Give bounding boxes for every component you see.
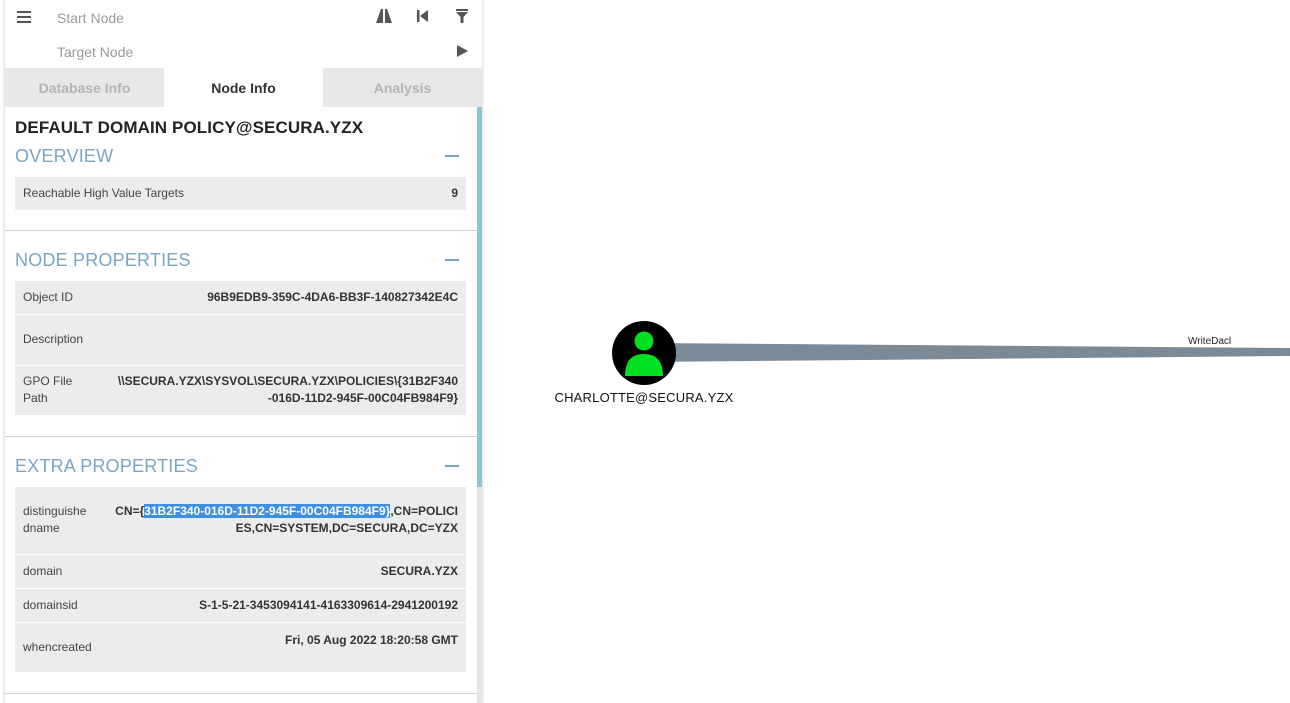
property-key: Reachable High Value Targets	[15, 177, 415, 211]
table-row: GPO File Path \\SECURA.YZX\SYSVOL\SECURA…	[15, 365, 466, 416]
node-label: CHARLOTTE@SECURA.YZX	[554, 390, 734, 405]
tab-database-info[interactable]: Database Info	[5, 68, 164, 107]
node-properties-header[interactable]: NODE PROPERTIES	[15, 248, 461, 272]
start-node-row	[5, 0, 482, 34]
tab-analysis[interactable]: Analysis	[323, 68, 482, 107]
section-title: EXTRA PROPERTIES	[15, 455, 198, 476]
property-value: Fri, 05 Aug 2022 18:20:58 GMT	[101, 622, 466, 673]
collapse-icon[interactable]	[445, 155, 459, 157]
table-row: Reachable High Value Targets 9	[15, 177, 466, 211]
property-value: 96B9EDB9-359C-4DA6-BB3F-140827342E4C	[101, 281, 466, 315]
section-divider	[5, 230, 477, 231]
extra-properties-table: distinguishedname CN={31B2F340-016D-11D2…	[15, 487, 466, 673]
panel-tabs: Database Info Node Info Analysis	[5, 68, 482, 107]
section-title: OVERVIEW	[15, 145, 114, 166]
node-title: DEFAULT DOMAIN POLICY@SECURA.YZX	[15, 118, 364, 137]
user-node[interactable]	[612, 321, 676, 385]
edge-label: WriteDacl	[1188, 336, 1232, 347]
table-row: Object ID 96B9EDB9-359C-4DA6-BB3F-140827…	[15, 281, 466, 315]
pathfinding-icon[interactable]	[372, 4, 396, 28]
collapse-icon[interactable]	[445, 259, 459, 261]
property-key: whencreated	[15, 622, 101, 673]
graph-canvas[interactable]: CHARLOTTE@SECURA.YZX WriteDacl	[482, 0, 1290, 703]
overview-table: Reachable High Value Targets 9	[15, 177, 466, 211]
property-value: SECURA.YZX	[101, 554, 466, 589]
overview-header[interactable]: OVERVIEW	[15, 144, 461, 168]
table-row: domain SECURA.YZX	[15, 554, 466, 589]
start-node-input[interactable]	[55, 7, 359, 29]
property-value: \\SECURA.YZX\SYSVOL\SECURA.YZX\POLICIES\…	[101, 365, 466, 416]
target-node-row	[5, 34, 482, 68]
value-prefix: CN={	[115, 504, 145, 519]
property-key: domain	[15, 554, 101, 589]
property-key: Object ID	[15, 281, 101, 315]
back-icon[interactable]	[411, 4, 435, 28]
property-value	[101, 314, 466, 366]
node-info-content: DEFAULT DOMAIN POLICY@SECURA.YZX OVERVIE…	[5, 107, 477, 703]
property-value: 9	[414, 177, 466, 211]
section-divider	[5, 693, 477, 694]
property-key: GPO File Path	[15, 365, 101, 416]
collapse-icon[interactable]	[445, 465, 459, 467]
property-key: domainsid	[15, 588, 101, 623]
selected-text[interactable]: 31B2F340-016D-11D2-945F-00C04FB984F9}	[144, 504, 391, 519]
section-title: NODE PROPERTIES	[15, 249, 191, 270]
property-value: CN={31B2F340-016D-11D2-945F-00C04FB984F9…	[101, 487, 466, 555]
property-key: Description	[15, 314, 101, 366]
table-row: domainsid S-1-5-21-3453094141-4163309614…	[15, 588, 466, 623]
property-value: S-1-5-21-3453094141-4163309614-294120019…	[101, 588, 466, 623]
node-properties-table: Object ID 96B9EDB9-359C-4DA6-BB3F-140827…	[15, 281, 466, 416]
table-row: Description	[15, 314, 466, 366]
target-node-input[interactable]	[55, 41, 359, 63]
menu-icon[interactable]	[12, 5, 36, 29]
extra-properties-header[interactable]: EXTRA PROPERTIES	[15, 454, 461, 478]
node-info-panel: Database Info Node Info Analysis DEFAULT…	[5, 0, 482, 703]
table-row: distinguishedname CN={31B2F340-016D-11D2…	[15, 487, 466, 555]
table-row: whencreated Fri, 05 Aug 2022 18:20:58 GM…	[15, 622, 466, 673]
section-divider	[5, 436, 477, 437]
property-key: distinguishedname	[15, 487, 101, 555]
play-icon[interactable]	[450, 39, 474, 63]
tab-node-info[interactable]: Node Info	[164, 68, 323, 107]
filter-icon[interactable]	[450, 4, 474, 28]
